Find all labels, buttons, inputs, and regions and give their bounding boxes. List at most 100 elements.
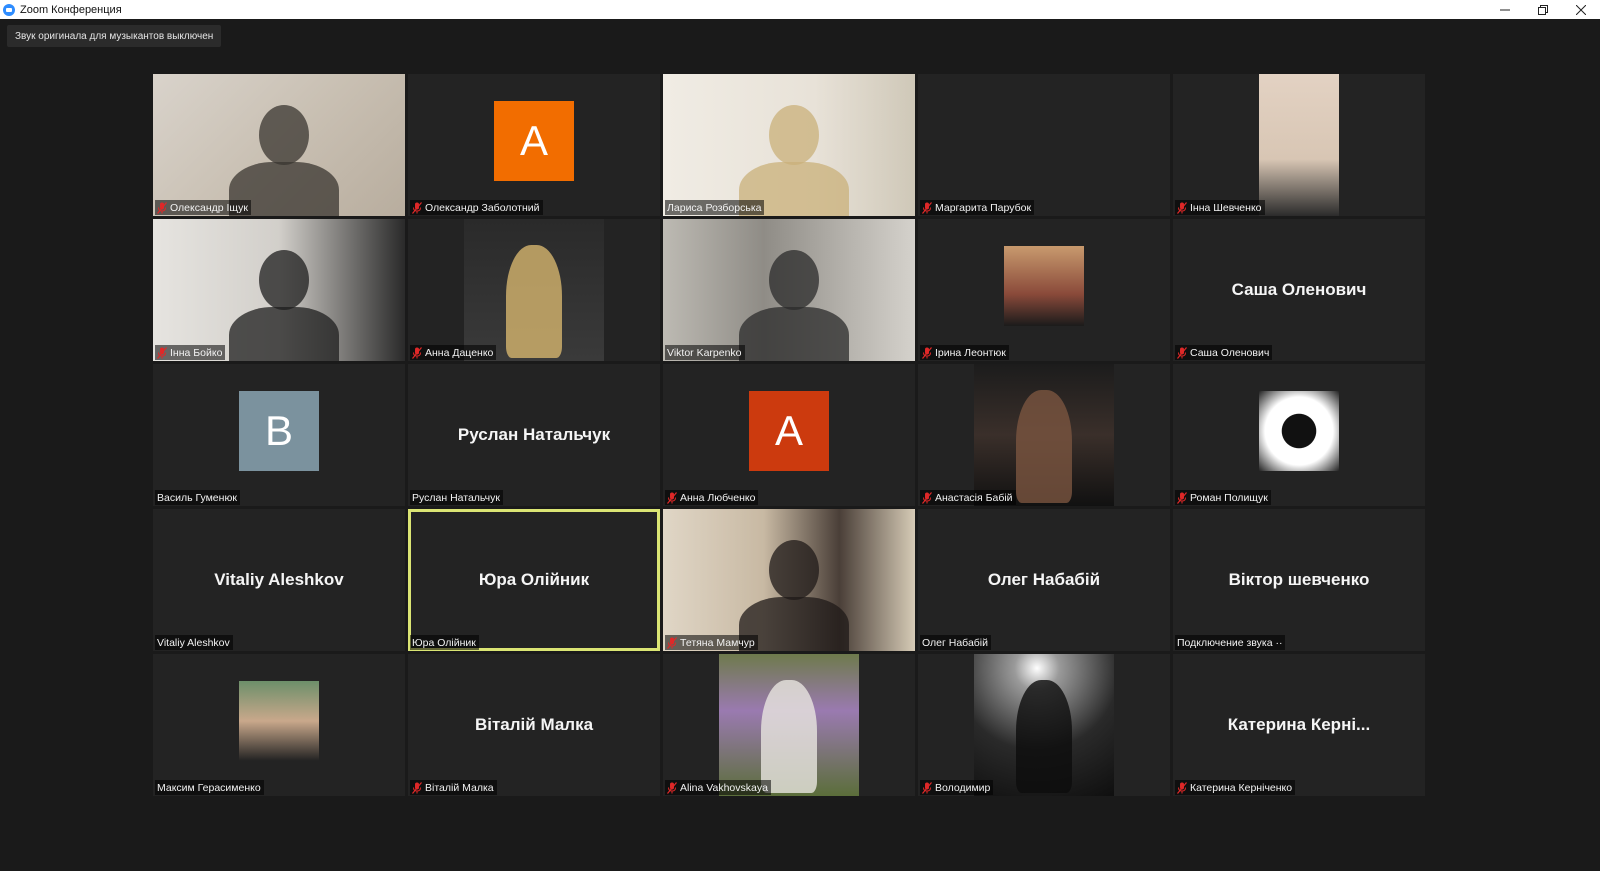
participant-tile[interactable]: Інна Бойко: [153, 219, 405, 361]
microphone-muted-icon: [157, 201, 167, 214]
zoom-logo-icon: [3, 3, 15, 16]
avatar-initial: A: [749, 391, 829, 471]
microphone-muted-icon: [667, 491, 677, 504]
participant-name: Анна Даценко: [425, 346, 494, 359]
participant-tile[interactable]: Alina Vakhovskaya: [663, 654, 915, 796]
participant-tile[interactable]: Viktor Karpenko: [663, 219, 915, 361]
display-name: Катерина Керні...: [1227, 715, 1371, 734]
display-name: Віталій Малка: [474, 715, 594, 734]
participant-name-label: Лариса Розборська: [665, 200, 765, 215]
participant-name: Олександр Іщук: [170, 201, 249, 214]
microphone-muted-icon: [922, 781, 932, 794]
participant-tile[interactable]: A Анна Любченко: [663, 364, 915, 506]
close-button[interactable]: [1562, 0, 1600, 19]
participant-tile[interactable]: Vitaliy Aleshkov Vitaliy Aleshkov: [153, 509, 405, 651]
participant-tile[interactable]: Анна Даценко: [408, 219, 660, 361]
participant-tile[interactable]: Юра Олійник Юра Олійник: [408, 509, 660, 651]
participant-video: [663, 74, 915, 216]
participant-name-label: Інна Бойко: [155, 345, 226, 360]
person-silhouette: [768, 105, 819, 166]
participant-tile[interactable]: Лариса Розборська: [663, 74, 915, 216]
close-icon: [1576, 4, 1586, 15]
display-name: Олег Набабій: [987, 570, 1101, 589]
participant-name: Василь Гуменюк: [157, 491, 237, 504]
participant-tile[interactable]: Максим Герасименко: [153, 654, 405, 796]
participant-name: Інна Бойко: [170, 346, 223, 359]
participant-tile[interactable]: Ірина Леонтюк: [918, 219, 1170, 361]
minimize-button[interactable]: [1486, 0, 1524, 19]
participant-name-label: Анна Даценко: [410, 345, 497, 360]
participant-tile[interactable]: Віктор шевченко Подключение звука ··: [1173, 509, 1425, 651]
person-silhouette: [258, 105, 309, 166]
participant-name: Віталій Малка: [425, 781, 494, 794]
profile-picture: [1259, 391, 1339, 471]
minimize-icon: [1500, 9, 1510, 10]
profile-picture: [1004, 246, 1084, 326]
participant-name: Alina Vakhovskaya: [680, 781, 768, 794]
title-bar: Zoom Конференция: [0, 0, 1600, 19]
participant-tile[interactable]: Тетяна Мамчур: [663, 509, 915, 651]
person-silhouette: [506, 244, 562, 359]
microphone-muted-icon: [412, 201, 422, 214]
participant-name-label: Анастасія Бабій: [920, 490, 1016, 505]
display-name: Руслан Натальчук: [457, 425, 611, 444]
participant-photo: [1259, 74, 1339, 216]
participant-name-label: Тетяна Мамчур: [665, 635, 758, 650]
participant-video: [153, 74, 405, 216]
participant-tile[interactable]: A Олександр Заболотний: [408, 74, 660, 216]
participant-photo: [719, 654, 859, 796]
participant-photo: [464, 219, 604, 361]
participant-name: Анна Любченко: [680, 491, 756, 504]
microphone-muted-icon: [412, 781, 422, 794]
participant-tile[interactable]: Анастасія Бабій: [918, 364, 1170, 506]
participant-name-label: Маргарита Парубок: [920, 200, 1035, 215]
participant-name-label: Максим Герасименко: [155, 780, 264, 795]
participant-name: Vitaliy Aleshkov: [157, 636, 230, 649]
profile-picture: [239, 681, 319, 761]
participant-tile[interactable]: Катерина Керні... Катерина Керніченко: [1173, 654, 1425, 796]
participant-tile[interactable]: Саша Оленович Саша Оленович: [1173, 219, 1425, 361]
participant-name-label: Олександр Заболотний: [410, 200, 543, 215]
participant-tile[interactable]: Маргарита Парубок: [918, 74, 1170, 216]
participant-tile[interactable]: Роман Полищук: [1173, 364, 1425, 506]
participant-name: Саша Оленович: [1190, 346, 1270, 359]
participant-name-label: Інна Шевченко: [1175, 200, 1265, 215]
participant-name-label: Viktor Karpenko: [665, 345, 745, 360]
microphone-muted-icon: [922, 201, 932, 214]
display-name: Юра Олійник: [478, 570, 590, 589]
participant-tile[interactable]: Володимир: [918, 654, 1170, 796]
participant-name-label: Подключение звука ··: [1175, 635, 1286, 650]
participant-tile[interactable]: B Василь Гуменюк: [153, 364, 405, 506]
display-name: Vitaliy Aleshkov: [214, 570, 344, 589]
participant-tile[interactable]: Інна Шевченко: [1173, 74, 1425, 216]
participant-tile[interactable]: Руслан Натальчук Руслан Натальчук: [408, 364, 660, 506]
person-body: [738, 307, 849, 361]
participant-tile[interactable]: Віталій Малка Віталій Малка: [408, 654, 660, 796]
participant-video: [153, 219, 405, 361]
participant-tile[interactable]: Олег Набабій Олег Набабій: [918, 509, 1170, 651]
participant-name-label: Володимир: [920, 780, 994, 795]
participant-name-label: Vitaliy Aleshkov: [155, 635, 233, 650]
participant-name: Лариса Розборська: [667, 201, 762, 214]
participant-name-label: Анна Любченко: [665, 490, 759, 505]
microphone-muted-icon: [1177, 781, 1187, 794]
participant-name: Viktor Karpenko: [667, 346, 742, 359]
participant-name-label: Alina Vakhovskaya: [665, 780, 771, 795]
microphone-muted-icon: [1177, 201, 1187, 214]
participant-video: [663, 509, 915, 651]
participant-tile[interactable]: Олександр Іщук: [153, 74, 405, 216]
participant-name: Олександр Заболотний: [425, 201, 540, 214]
person-body: [228, 307, 339, 361]
participant-name: Олег Набабій: [922, 636, 989, 649]
restore-button[interactable]: [1524, 0, 1562, 19]
participant-name: Володимир: [935, 781, 991, 794]
participant-name-label: Роман Полищук: [1175, 490, 1271, 505]
microphone-muted-icon: [667, 781, 677, 794]
restore-icon: [1538, 4, 1548, 15]
participant-name-label: Саша Оленович: [1175, 345, 1273, 360]
participant-name-label: Василь Гуменюк: [155, 490, 240, 505]
person-silhouette: [768, 540, 819, 601]
participant-name: Максим Герасименко: [157, 781, 261, 794]
participant-name-label: Олександр Іщук: [155, 200, 252, 215]
participant-photo: [974, 364, 1114, 506]
